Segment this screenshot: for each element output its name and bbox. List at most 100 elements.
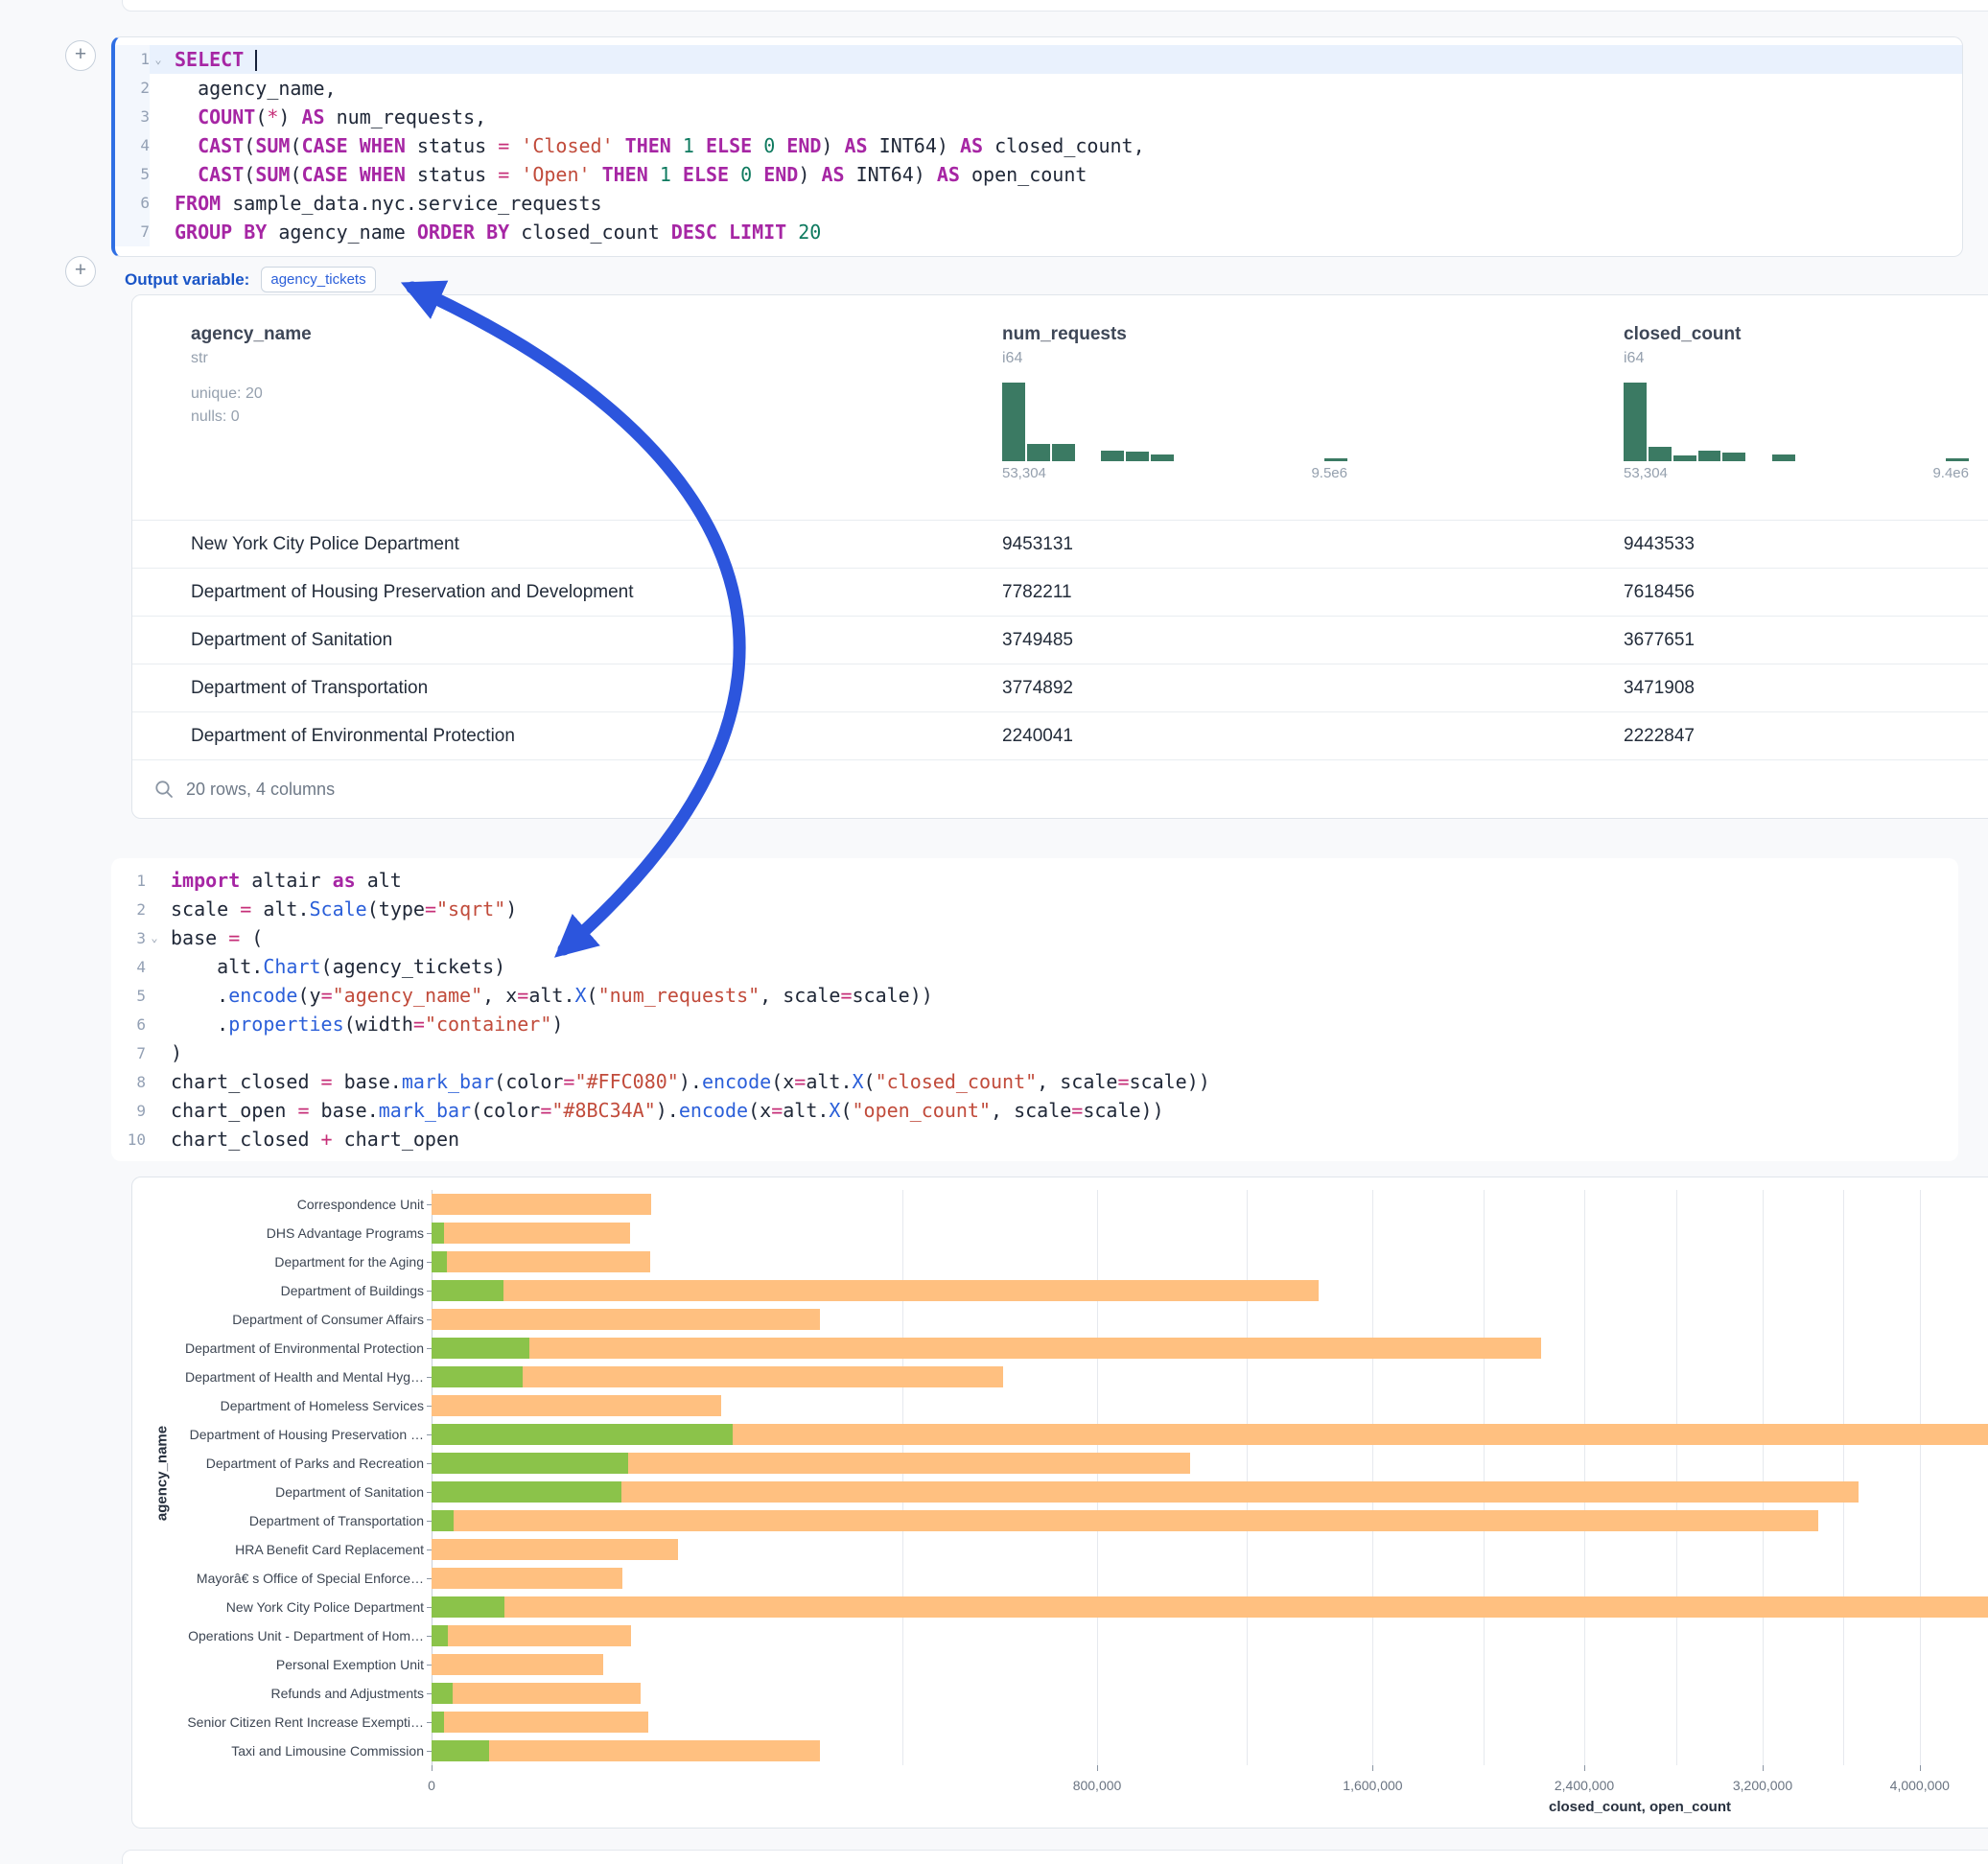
column-header-num_requests[interactable]: num_requestsi6453,3049.5e6 — [1002, 295, 1624, 520]
histogram-bar[interactable] — [1772, 454, 1795, 461]
code-line[interactable]: 3 COUNT(*) AS num_requests, — [115, 103, 1962, 131]
table-row[interactable]: Department of Environmental Protection22… — [132, 711, 1988, 759]
histogram-bar[interactable] — [1649, 447, 1672, 461]
code-token: ) — [551, 1013, 563, 1036]
bar-closed_count[interactable] — [432, 1309, 820, 1330]
histogram-bar[interactable] — [1002, 383, 1025, 461]
column-header-closed_count[interactable]: closed_counti6453,3049.4e6 — [1624, 295, 1988, 520]
add-cell-button[interactable]: + — [65, 256, 96, 287]
bar-closed_count[interactable] — [432, 1280, 1319, 1301]
table-cell: 3774892 — [1002, 664, 1624, 711]
code-line[interactable]: 10chart_closed + chart_open — [111, 1125, 1958, 1153]
code-line[interactable]: 5 CAST(SUM(CASE WHEN status = 'Open' THE… — [115, 160, 1962, 189]
code-line[interactable]: 7GROUP BY agency_name ORDER BY closed_co… — [115, 218, 1962, 246]
bar-closed_count[interactable] — [432, 1223, 630, 1244]
code-token: altair — [240, 869, 332, 892]
histogram-bar[interactable] — [1946, 458, 1969, 461]
histogram-bar[interactable] — [1151, 454, 1174, 461]
bar-open_count[interactable] — [432, 1280, 503, 1301]
table-row[interactable]: Department of Housing Preservation and D… — [132, 568, 1988, 616]
code-line[interactable]: 2scale = alt.Scale(type="sqrt") — [111, 895, 1958, 923]
code-token: open_count — [960, 163, 1087, 186]
code-token: base. — [310, 1099, 379, 1122]
code-line[interactable]: 6FROM sample_data.nyc.service_requests — [115, 189, 1962, 218]
code-line[interactable]: 4 CAST(SUM(CASE WHEN status = 'Closed' T… — [115, 131, 1962, 160]
bar-closed_count[interactable] — [432, 1194, 651, 1215]
bar-open_count[interactable] — [432, 1251, 447, 1272]
y-axis-label: Department of Transportation — [140, 1506, 424, 1535]
add-cell-button[interactable]: + — [65, 40, 96, 71]
code-line[interactable]: 9chart_open = base.mark_bar(color="#8BC3… — [111, 1096, 1958, 1125]
bar-closed_count[interactable] — [432, 1568, 622, 1589]
histogram-bar[interactable] — [1324, 458, 1347, 461]
fold-caret-icon[interactable]: ⌄ — [150, 53, 167, 66]
code-token: = — [413, 1013, 425, 1036]
bar-open_count[interactable] — [432, 1740, 489, 1761]
code-line[interactable]: 3⌄base = ( — [111, 923, 1958, 952]
histogram-bar[interactable] — [1027, 444, 1050, 461]
search-icon[interactable] — [154, 780, 174, 799]
histogram-bar[interactable] — [1101, 451, 1124, 461]
table-row[interactable]: Department of Transportation377489234719… — [132, 664, 1988, 711]
bar-closed_count[interactable] — [432, 1712, 648, 1733]
column-histogram[interactable] — [1624, 383, 1969, 461]
code-line[interactable]: 1⌄SELECT — [115, 45, 1962, 74]
column-type: i64 — [1002, 350, 1624, 367]
line-number: 2 — [111, 900, 146, 919]
output-variable-chip[interactable]: agency_tickets — [261, 267, 375, 292]
code-token: ) — [798, 163, 821, 186]
bar-closed_count[interactable] — [432, 1625, 631, 1646]
bar-open_count[interactable] — [432, 1453, 628, 1474]
bar-open_count[interactable] — [432, 1712, 444, 1733]
bar-closed_count[interactable] — [432, 1683, 641, 1704]
code-token: ( — [290, 163, 301, 186]
code-token — [348, 163, 360, 186]
column-histogram[interactable] — [1002, 383, 1347, 461]
x-tick-label: 0 — [428, 1778, 435, 1793]
code-line[interactable]: 2 agency_name, — [115, 74, 1962, 103]
histogram-bar[interactable] — [1624, 383, 1647, 461]
bar-closed_count[interactable] — [432, 1338, 1541, 1359]
histogram-bar[interactable] — [1052, 444, 1075, 461]
column-header-agency_name[interactable]: agency_namestrunique: 20nulls: 0 — [191, 295, 1002, 520]
table-row[interactable]: New York City Police Department945313194… — [132, 520, 1988, 568]
fold-caret-icon[interactable]: ⌄ — [146, 931, 163, 944]
bar-closed_count[interactable] — [432, 1596, 1988, 1618]
histogram-bar[interactable] — [1698, 451, 1721, 461]
code-line[interactable]: 8chart_closed = base.mark_bar(color="#FF… — [111, 1067, 1958, 1096]
code-token: 20 — [798, 221, 821, 244]
code-line[interactable]: 1import altair as alt — [111, 866, 1958, 895]
bar-open_count[interactable] — [432, 1683, 453, 1704]
code-line[interactable]: 4 alt.Chart(agency_tickets) — [111, 952, 1958, 981]
histogram-bar[interactable] — [1722, 453, 1745, 461]
bar-closed_count[interactable] — [432, 1539, 678, 1560]
histogram-bar[interactable] — [1126, 452, 1149, 461]
bar-closed_count[interactable] — [432, 1654, 603, 1675]
bar-open_count[interactable] — [432, 1366, 523, 1387]
bar-open_count[interactable] — [432, 1338, 529, 1359]
histogram-bar[interactable] — [1673, 455, 1696, 461]
table-row[interactable]: Department of Sanitation37494853677651 — [132, 616, 1988, 664]
code-token: , x — [482, 984, 517, 1007]
bar-open_count[interactable] — [432, 1223, 444, 1244]
bar-closed_count[interactable] — [432, 1510, 1818, 1531]
sql-editor[interactable]: 1⌄SELECT 2 agency_name,3 COUNT(*) AS num… — [115, 45, 1962, 246]
histogram-max-label: 9.4e6 — [1932, 465, 1969, 481]
python-editor[interactable]: 1import altair as alt2scale = alt.Scale(… — [111, 866, 1958, 1153]
bar-open_count[interactable] — [432, 1424, 733, 1445]
code-line[interactable]: 6 .properties(width="container") — [111, 1010, 1958, 1038]
code-line[interactable]: 7) — [111, 1038, 1958, 1067]
bar-closed_count[interactable] — [432, 1395, 721, 1416]
bar-open_count[interactable] — [432, 1510, 454, 1531]
bar-closed_count[interactable] — [432, 1481, 1859, 1503]
code-token: AS — [302, 105, 325, 128]
code-line[interactable]: 5 .encode(y="agency_name", x=alt.X("num_… — [111, 981, 1958, 1010]
bar-open_count[interactable] — [432, 1625, 448, 1646]
code-token: chart_open — [171, 1099, 297, 1122]
bar-closed_count[interactable] — [432, 1251, 650, 1272]
code-token: = — [240, 897, 251, 920]
bar-open_count[interactable] — [432, 1481, 621, 1503]
bar-open_count[interactable] — [432, 1596, 504, 1618]
bar-closed_count[interactable] — [432, 1740, 820, 1761]
code-token: chart_closed — [171, 1128, 321, 1151]
